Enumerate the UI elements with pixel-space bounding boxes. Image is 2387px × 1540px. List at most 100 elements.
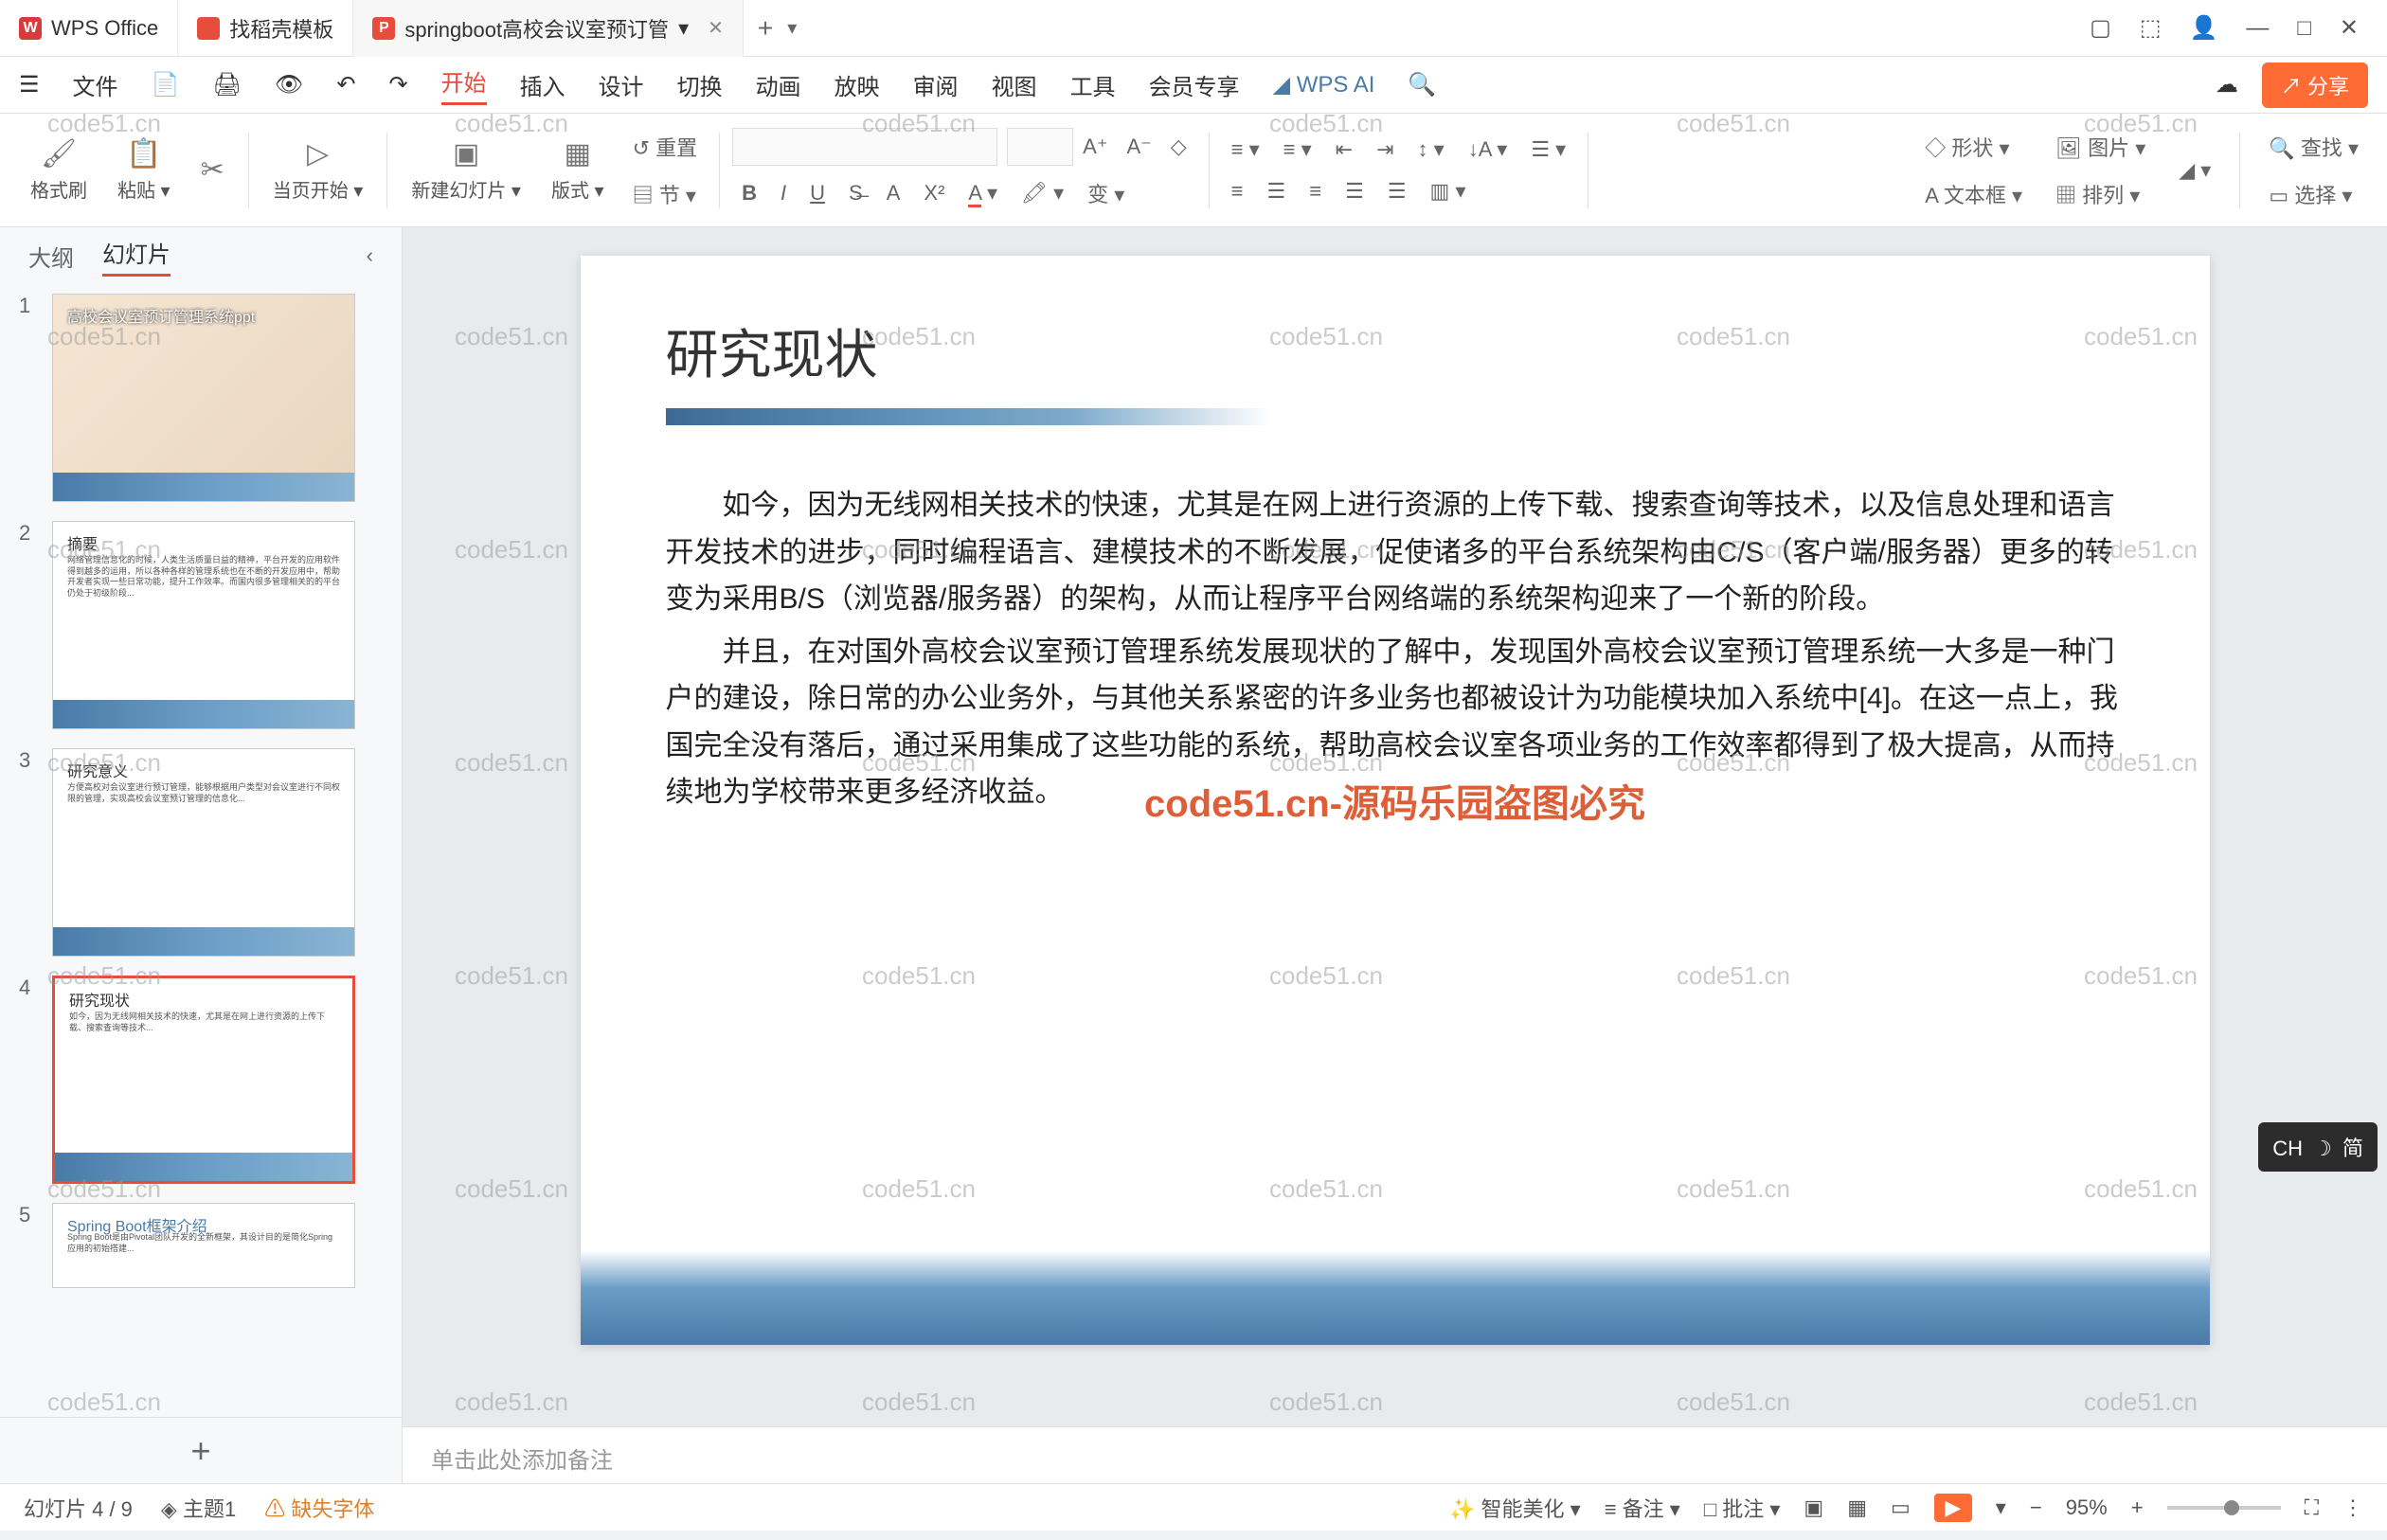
bullet-list-icon[interactable]: ≡ ▾ — [1222, 133, 1269, 167]
zoom-level[interactable]: 95% — [2066, 1495, 2108, 1520]
window-minimize-icon[interactable]: — — [2246, 15, 2269, 42]
ribbon-cut[interactable]: ✂ — [189, 153, 236, 187]
ribbon-from-page[interactable]: ▷ 当页开始 ▾ — [261, 137, 375, 203]
font-size-select[interactable] — [1007, 128, 1073, 166]
ribbon-new-slide[interactable]: ▣ 新建幻灯片 ▾ — [400, 137, 532, 203]
thumbnail-row[interactable]: 5 Spring Boot框架介绍 Spring Boot是由Pivotal团队… — [19, 1203, 383, 1288]
italic-icon[interactable]: I — [771, 176, 796, 210]
ribbon-paste[interactable]: 📋 粘贴 ▾ — [106, 137, 182, 203]
indent-right-icon[interactable]: ⇥ — [1367, 133, 1403, 167]
tab-document[interactable]: P springboot高校会议室预订管 ▾ ✕ — [353, 0, 744, 57]
fit-window-icon[interactable]: ⛶ — [2305, 1495, 2319, 1520]
menu-slideshow[interactable]: 放映 — [835, 68, 880, 101]
text-direction-icon[interactable]: ↓A ▾ — [1459, 133, 1517, 167]
ribbon-textbox[interactable]: A 文本框 ▾ — [1915, 174, 2032, 214]
thumbnail-row[interactable]: 2 摘要 网络管理信息化的时候，人类生活质量日益的精神，平台开发的应用软件得到越… — [19, 521, 383, 729]
menu-tools[interactable]: 工具 — [1070, 68, 1116, 101]
ribbon-layout[interactable]: ▦ 版式 ▾ — [540, 137, 616, 203]
menu-review[interactable]: 审阅 — [913, 68, 959, 101]
add-slide-button[interactable]: + — [0, 1417, 402, 1483]
menu-file[interactable]: 文件 — [73, 68, 118, 101]
increase-font-icon[interactable]: A⁺ — [1073, 130, 1117, 164]
ribbon-reset[interactable]: ↺ 重置 — [623, 127, 708, 167]
superscript-icon[interactable]: X² — [914, 176, 954, 210]
tab-dropdown-icon[interactable]: ▾ — [678, 16, 689, 41]
view-normal-icon[interactable]: ▣ — [1804, 1495, 1823, 1520]
menu-design[interactable]: 设计 — [599, 68, 644, 101]
menu-animation[interactable]: 动画 — [756, 68, 801, 101]
ribbon-arrange[interactable]: ▦ 排列 ▾ — [2046, 174, 2155, 214]
zoom-slider[interactable] — [2167, 1506, 2281, 1510]
hamburger-icon[interactable]: ☰ — [19, 71, 40, 98]
view-sorter-icon[interactable]: ▦ — [1847, 1495, 1867, 1520]
tab-close-icon[interactable]: ✕ — [708, 16, 724, 40]
new-tab-button[interactable]: + — [744, 13, 787, 44]
tab-wps-office[interactable]: W WPS Office — [0, 0, 178, 57]
font-color-icon[interactable]: A ▾ — [959, 176, 1007, 210]
undo-icon[interactable]: ↶ — [336, 71, 355, 98]
share-button[interactable]: ↗ 分享 — [2262, 63, 2368, 108]
ribbon-picture[interactable]: 🖼 图片 ▾ — [2046, 127, 2155, 167]
clear-format-icon[interactable]: ◇ — [1161, 130, 1196, 164]
menu-wps-ai[interactable]: ◢ WPS AI — [1273, 71, 1375, 98]
collapse-panel-icon[interactable]: ‹ — [367, 243, 373, 268]
distribute-icon[interactable]: ☰ — [1378, 174, 1416, 208]
ribbon-shapes[interactable]: ◇ 形状 ▾ — [1915, 127, 2032, 167]
decrease-font-icon[interactable]: A⁻ — [1117, 130, 1160, 164]
menu-transition[interactable]: 切换 — [677, 68, 723, 101]
window-layout-icon[interactable]: ▢ — [2090, 14, 2111, 42]
thumbnail-2[interactable]: 摘要 网络管理信息化的时候，人类生活质量日益的精神，平台开发的应用软件得到越多的… — [52, 521, 355, 729]
number-list-icon[interactable]: ≡ ▾ — [1274, 133, 1321, 167]
notes-toggle[interactable]: ≡ 备注 ▾ — [1605, 1493, 1680, 1523]
zoom-out-icon[interactable]: − — [2030, 1495, 2042, 1520]
pinyin-icon[interactable]: 变 ▾ — [1078, 173, 1134, 213]
redo-icon[interactable]: ↷ — [388, 71, 407, 98]
ime-indicator[interactable]: CH ☽ 简 — [2258, 1122, 2378, 1172]
tab-docer[interactable]: 找稻壳模板 — [178, 0, 353, 57]
strike-icon[interactable]: S̶ — [839, 176, 872, 210]
slideshow-button[interactable]: ▶ — [1934, 1494, 1972, 1522]
font-family-select[interactable] — [732, 128, 997, 166]
quick-print-icon[interactable]: 🖨 — [212, 71, 241, 98]
slide-counter[interactable]: 幻灯片 4 / 9 — [24, 1493, 133, 1523]
zoom-in-icon[interactable]: + — [2131, 1495, 2144, 1520]
notes-pane[interactable]: 单击此处添加备注 — [403, 1426, 2387, 1483]
cloud-icon[interactable]: ☁ — [2216, 71, 2238, 98]
align-left-icon[interactable]: ≡ — [1222, 174, 1253, 208]
tab-outline[interactable]: 大纲 — [28, 240, 74, 273]
view-reading-icon[interactable]: ▭ — [1891, 1495, 1911, 1520]
ribbon-format-painter[interactable]: 🖌 格式刷 — [19, 137, 99, 203]
menu-view[interactable]: 视图 — [992, 68, 1037, 101]
search-icon[interactable]: 🔍 — [1408, 71, 1436, 98]
quick-preview-icon[interactable]: 👁 — [275, 71, 303, 98]
thumbnail-row[interactable]: 1 高校会议室预订管理系统ppt — [19, 294, 383, 502]
smart-beautify[interactable]: ✨ 智能美化 ▾ — [1449, 1493, 1581, 1523]
thumbnail-row[interactable]: 4 研究现状 如今，因为无线网相关技术的快速，尤其是在网上进行资源的上传下载、搜… — [19, 976, 383, 1184]
tab-slides[interactable]: 幻灯片 — [102, 236, 170, 277]
canvas-viewport[interactable]: 研究现状 如今，因为无线网相关技术的快速，尤其是在网上进行资源的上传下载、搜索查… — [403, 227, 2387, 1426]
menu-member[interactable]: 会员专享 — [1149, 68, 1240, 101]
window-close-icon[interactable]: ✕ — [2340, 14, 2359, 42]
thumbnail-4[interactable]: 研究现状 如今，因为无线网相关技术的快速，尤其是在网上进行资源的上传下载、搜索查… — [52, 976, 355, 1184]
new-tab-dropdown[interactable]: ▾ — [787, 16, 797, 40]
ribbon-section[interactable]: ▤ 节 ▾ — [623, 174, 708, 214]
avatar-icon[interactable]: 👤 — [2190, 14, 2218, 42]
shadow-icon[interactable]: A — [877, 176, 910, 210]
missing-font[interactable]: ⚠ 缺失字体 — [264, 1493, 374, 1523]
slide-body[interactable]: 如今，因为无线网相关技术的快速，尤其是在网上进行资源的上传下载、搜索查询等技术，… — [666, 482, 2125, 816]
ribbon-select[interactable]: ▭ 选择 ▾ — [2259, 174, 2368, 214]
thumbnail-3[interactable]: 研究意义 方便高校对会议室进行预订管理，能够根据用户类型对会议室进行不同权限的管… — [52, 748, 355, 957]
columns-icon[interactable]: ▥ ▾ — [1421, 174, 1476, 208]
slideshow-dropdown[interactable]: ▾ — [1996, 1495, 2006, 1520]
theme-indicator[interactable]: ◈ 主题1 — [161, 1493, 236, 1523]
thumbnail-1[interactable]: 高校会议室预订管理系统ppt — [52, 294, 355, 502]
menu-home[interactable]: 开始 — [441, 64, 487, 105]
highlight-icon[interactable]: 🖍 ▾ — [1012, 176, 1073, 210]
align-center-icon[interactable]: ☰ — [1258, 174, 1296, 208]
align-text-icon[interactable]: ☰ ▾ — [1521, 133, 1575, 167]
menu-insert[interactable]: 插入 — [520, 68, 565, 101]
indent-left-icon[interactable]: ⇤ — [1326, 133, 1362, 167]
window-cube-icon[interactable]: ⬚ — [2140, 14, 2162, 42]
window-maximize-icon[interactable]: □ — [2297, 15, 2311, 42]
slide-canvas[interactable]: 研究现状 如今，因为无线网相关技术的快速，尤其是在网上进行资源的上传下载、搜索查… — [581, 256, 2210, 1345]
